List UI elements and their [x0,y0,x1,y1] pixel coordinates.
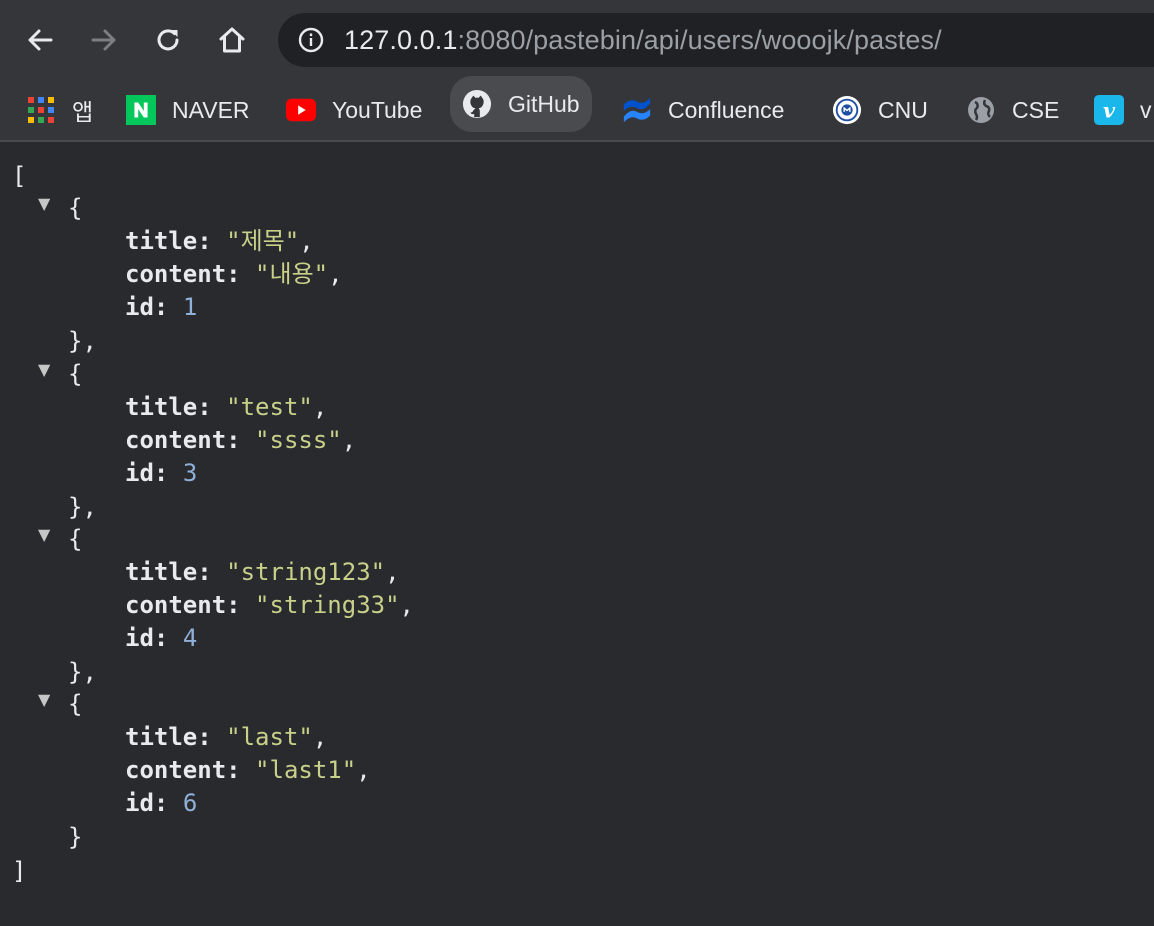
json-string-value: "string33" [255,591,400,619]
json-string-value: "제목" [226,227,300,255]
bookmark-apps[interactable]: 앱 [26,80,93,140]
json-number-value: 4 [182,624,198,652]
url-host: 127.0.0.1 [344,25,458,55]
json-key: id: [125,293,169,321]
url-text[interactable]: 127.0.0.1:8080/pastebin/api/users/wooojk… [344,24,942,56]
info-icon[interactable] [298,27,324,53]
github-icon [462,89,492,119]
json-key: content: [125,426,241,454]
comma: , [312,393,328,421]
json-key: id: [125,624,169,652]
json-key: id: [125,459,169,487]
arrow-left-icon [28,29,53,51]
confluence-icon [622,95,652,125]
json-field-id: id: 1 [125,291,197,324]
arrow-right-icon [91,29,116,51]
bookmark-label: GitHub [508,90,580,117]
object-open-brace: { [68,360,83,388]
json-field-content: content: "last1", [125,754,371,787]
forward-button[interactable] [82,18,126,62]
comma: , [385,558,400,586]
bookmark-naver[interactable]: NAVER [126,80,250,140]
bookmark-confluence[interactable]: Confluence [622,80,784,140]
json-string-value: "test" [226,393,313,421]
object-open-brace: { [68,690,83,718]
object-close-brace: }, [68,327,97,355]
json-number-value: 3 [182,459,198,487]
reload-button[interactable] [146,18,190,62]
globe-icon [966,95,996,125]
json-field-id: id: 6 [125,787,197,820]
comma: , [312,723,328,751]
home-button[interactable] [210,18,254,62]
reload-icon [157,29,179,51]
object-close-brace: } [68,823,83,851]
bookmark-label: CSE [1012,96,1060,123]
vimeo-icon: v [1094,95,1124,125]
bookmark-cnu[interactable]: CNU [832,80,928,140]
collapse-toggle-icon[interactable]: ▼ [38,690,52,710]
json-number-value: 1 [182,293,198,321]
json-viewer: [ ▼ { title: "제목", content: "내용", id: 1 … [0,142,1154,926]
json-key: content: [125,260,241,288]
comma: , [399,591,414,619]
json-string-value: "string123" [226,558,386,586]
bookmark-vimeo[interactable]: v v [1094,80,1152,140]
json-key: title: [125,393,212,421]
json-key: content: [125,591,241,619]
json-string-value: "내용" [255,260,329,288]
json-field-title: title: "제목", [125,225,314,258]
object-open-brace: { [68,194,83,222]
json-key: id: [125,789,169,817]
json-field-content: content: "내용", [125,258,343,291]
browser-toolbar: 127.0.0.1:8080/pastebin/api/users/wooojk… [0,0,1154,80]
comma: , [299,227,314,255]
bookmark-cse[interactable]: CSE [966,80,1059,140]
bookmark-youtube[interactable]: YouTube [286,80,422,140]
json-string-value: "last1" [255,756,357,784]
object-close-brace: }, [68,658,97,686]
bookmarks-bar: 앱 NAVER YouTube GitHub Confluence CNU CS… [0,76,1154,142]
object-open-brace: { [68,525,83,553]
bookmark-label: Confluence [668,96,785,123]
json-key: content: [125,756,241,784]
address-bar[interactable]: 127.0.0.1:8080/pastebin/api/users/wooojk… [278,13,1154,67]
array-close-bracket: ] [12,857,27,885]
naver-icon [126,95,156,125]
json-field-id: id: 3 [125,457,197,490]
bookmark-label: v [1140,96,1152,123]
bookmark-label: NAVER [172,96,250,123]
collapse-toggle-icon[interactable]: ▼ [38,360,52,380]
json-field-title: title: "test", [125,391,327,424]
url-path: :8080/pastebin/api/users/wooojk/pastes/ [457,25,942,55]
home-icon [219,27,245,53]
json-field-content: content: "ssss", [125,424,356,457]
json-string-value: "ssss" [255,426,342,454]
bookmark-label: CNU [878,96,928,123]
collapse-toggle-icon[interactable]: ▼ [38,525,52,545]
json-string-value: "last" [226,723,313,751]
comma: , [341,426,357,454]
json-number-value: 6 [182,789,198,817]
json-field-title: title: "string123", [125,556,400,589]
json-key: title: [125,723,212,751]
collapse-toggle-icon[interactable]: ▼ [38,194,52,214]
object-close-brace: }, [68,493,97,521]
bookmark-github[interactable]: GitHub [450,76,592,132]
svg-text:v: v [1103,99,1116,123]
cnu-icon [832,95,862,125]
bookmark-label: 앱 [72,99,94,125]
youtube-icon [286,95,316,125]
back-button[interactable] [18,18,62,62]
json-field-content: content: "string33", [125,589,414,622]
comma: , [328,260,343,288]
array-open-bracket: [ [12,162,27,190]
apps-grid-icon [26,95,56,125]
comma: , [356,756,371,784]
json-key: title: [125,558,212,586]
json-field-title: title: "last", [125,721,327,754]
json-field-id: id: 4 [125,622,197,655]
json-key: title: [125,227,212,255]
bookmark-label: YouTube [332,96,423,123]
